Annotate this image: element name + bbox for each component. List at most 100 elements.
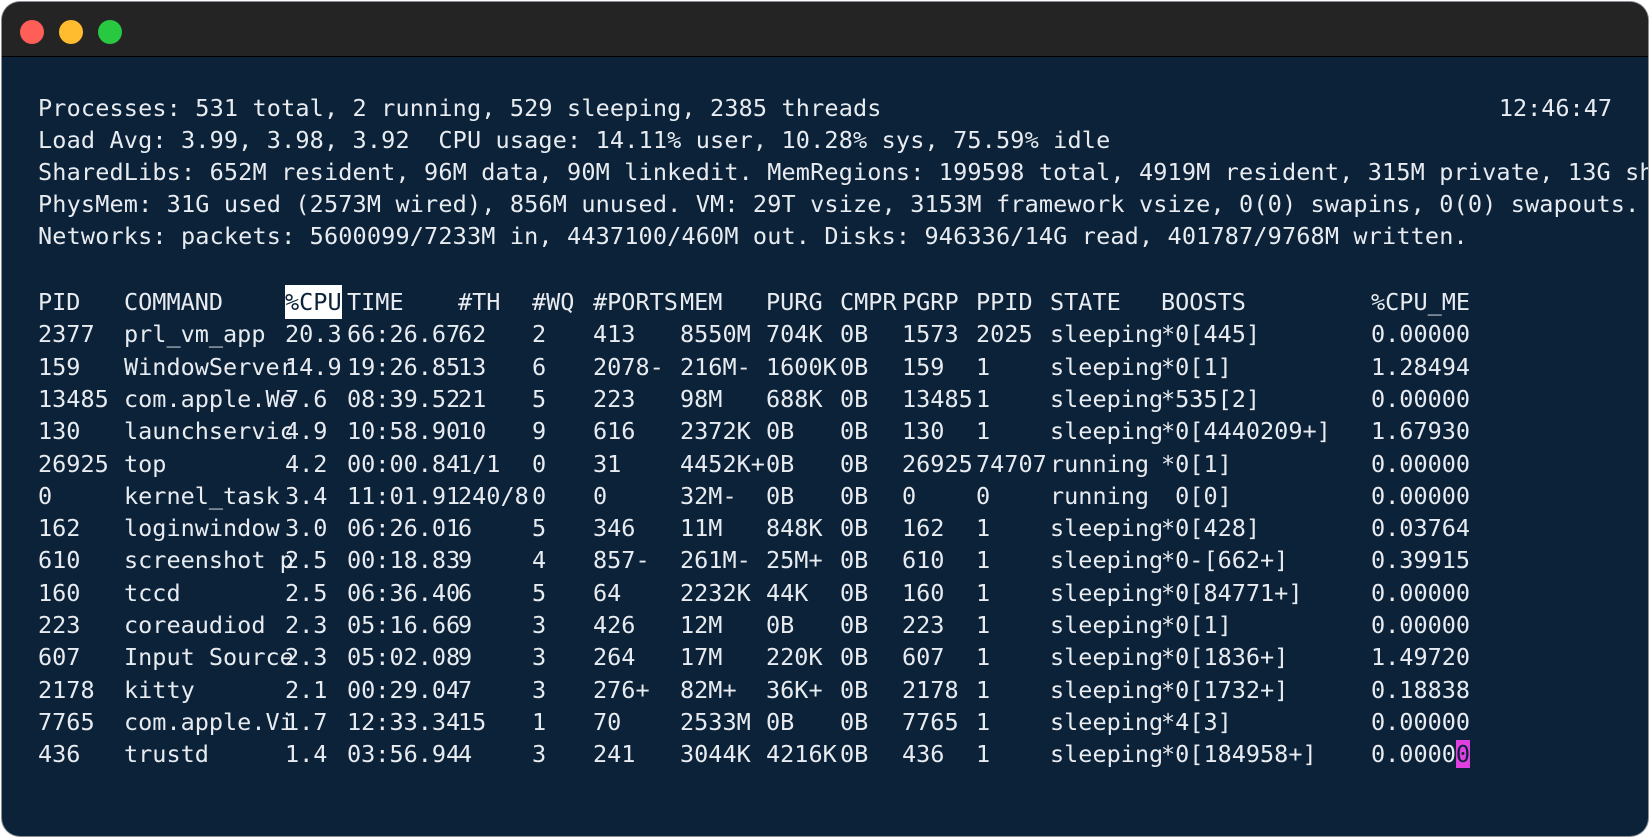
minimize-button[interactable]	[59, 20, 83, 44]
cell-ports: 616	[593, 417, 636, 446]
cell-cmpr: 0B	[840, 320, 869, 349]
cell-state: sleeping	[1050, 514, 1164, 543]
cell-cmpr: 0B	[840, 578, 869, 607]
close-button[interactable]	[20, 20, 44, 44]
cell-mem: 82M+	[680, 675, 737, 704]
cell-pid: 130	[38, 417, 81, 446]
cell-cpu: 1.7	[285, 707, 328, 736]
cell-time: 03:56.94	[347, 740, 461, 769]
cell-wq: 2	[532, 320, 547, 349]
cell-pgrp: 436	[902, 740, 945, 769]
cell-threads: 4	[458, 740, 473, 769]
cell-mem: 2232K	[680, 578, 751, 607]
cell-mem: 17M	[680, 643, 723, 672]
cell-cpu-me: 1.67930	[1371, 417, 1471, 446]
cell-wq: 9	[532, 417, 547, 446]
cell-wq: 5	[532, 384, 547, 413]
cell-ports: 264	[593, 643, 636, 672]
cell-mem: 32M-	[680, 481, 737, 510]
header-cpu-me: %CPU_ME	[1371, 288, 1471, 316]
cell-cpu: 14.9	[285, 352, 342, 381]
cell-boosts: *0[84771+]	[1161, 578, 1303, 607]
cell-purg: 36K+	[766, 675, 823, 704]
cell-cpu-me: 0.00000	[1371, 449, 1471, 478]
header-wq: #WQ	[532, 288, 575, 316]
cell-ports: 70	[593, 707, 622, 736]
cell-state: sleeping	[1050, 384, 1164, 413]
cell-purg: 688K	[766, 384, 823, 413]
cell-ports: 857-	[593, 546, 650, 575]
cell-purg: 0B	[766, 449, 795, 478]
cell-purg: 0B	[766, 611, 795, 639]
cell-ppid: 1	[976, 611, 991, 639]
cell-pgrp: 162	[902, 514, 945, 543]
cell-time: 19:26.85	[347, 352, 461, 381]
cell-cmpr: 0B	[840, 546, 869, 575]
cell-pgrp: 2178	[902, 675, 959, 704]
cell-command: launchservic	[124, 417, 294, 446]
header-command: COMMAND	[124, 288, 224, 316]
header-ppid: PPID	[976, 288, 1033, 316]
cell-command: kitty	[124, 675, 195, 704]
cell-pid: 607	[38, 643, 81, 672]
terminal-cursor: 0	[1455, 740, 1471, 769]
cell-pid: 0	[38, 481, 53, 510]
cell-cpu-me: 0.00000	[1371, 320, 1471, 349]
header-ports: #PORTS	[593, 288, 678, 316]
cell-pid: 159	[38, 352, 81, 381]
cell-time: 10:58.90	[347, 417, 461, 446]
cell-cpu: 2.3	[285, 611, 328, 639]
cell-pgrp: 610	[902, 546, 945, 575]
header-pid: PID	[38, 288, 81, 316]
cell-pgrp: 13485	[902, 384, 973, 413]
cell-time: 11:01.91	[347, 481, 461, 510]
cell-cpu-me: 0.18838	[1371, 675, 1471, 704]
cell-ports: 31	[593, 449, 622, 478]
cell-ppid: 1	[976, 643, 991, 672]
cell-cpu: 3.0	[285, 514, 328, 543]
cell-pid: 160	[38, 578, 81, 607]
cell-boosts: *0[445]	[1161, 320, 1261, 349]
cell-cpu-me: 0.00000	[1371, 740, 1471, 769]
cell-cpu-me: 1.49720	[1371, 643, 1471, 672]
cell-wq: 5	[532, 514, 547, 543]
zoom-button[interactable]	[98, 20, 122, 44]
cell-cmpr: 0B	[840, 611, 869, 639]
cell-wq: 6	[532, 352, 547, 381]
cell-boosts: *0[1]	[1161, 449, 1232, 478]
cell-ppid: 1	[976, 740, 991, 769]
cell-ppid: 1	[976, 352, 991, 381]
cell-purg: 4216K	[766, 740, 837, 769]
terminal-window: Processes: 531 total, 2 running, 529 sle…	[2, 2, 1648, 836]
cell-command: Input Source	[124, 643, 294, 672]
header-purg: PURG	[766, 288, 823, 316]
cell-cmpr: 0B	[840, 643, 869, 672]
cell-ppid: 2025	[976, 320, 1033, 349]
cell-state: sleeping	[1050, 417, 1164, 446]
cell-purg: 44K	[766, 578, 809, 607]
cell-ports: 2078-	[593, 352, 664, 381]
cell-threads: 6	[458, 578, 473, 607]
cell-cmpr: 0B	[840, 675, 869, 704]
cell-cpu-me: 0.00000	[1371, 707, 1471, 736]
cell-cpu-me: 0.39915	[1371, 546, 1471, 575]
summary-sharedlibs: SharedLibs: 652M resident, 96M data, 90M…	[38, 158, 1648, 186]
header-boosts: BOOSTS	[1161, 288, 1246, 316]
cell-command: coreaudiod	[124, 611, 266, 639]
cell-threads: 7	[458, 675, 473, 704]
cell-cpu: 2.5	[285, 578, 328, 607]
cell-threads: 6	[458, 514, 473, 543]
terminal-content[interactable]: Processes: 531 total, 2 running, 529 sle…	[2, 57, 1648, 836]
cell-command: kernel_task	[124, 481, 280, 510]
cell-command: WindowServer	[124, 352, 294, 381]
cell-cpu-me: 0.00000	[1371, 481, 1471, 510]
cell-cpu: 4.2	[285, 449, 328, 478]
cell-threads: 15	[458, 707, 487, 736]
cell-command: com.apple.We	[124, 384, 294, 413]
cell-ppid: 74707	[976, 449, 1047, 478]
cell-cpu-me: 0.00000	[1371, 578, 1471, 607]
cell-cmpr: 0B	[840, 740, 869, 769]
cell-pgrp: 223	[902, 611, 945, 639]
cell-command: screenshot p	[124, 546, 294, 575]
cell-command: loginwindow	[124, 514, 280, 543]
